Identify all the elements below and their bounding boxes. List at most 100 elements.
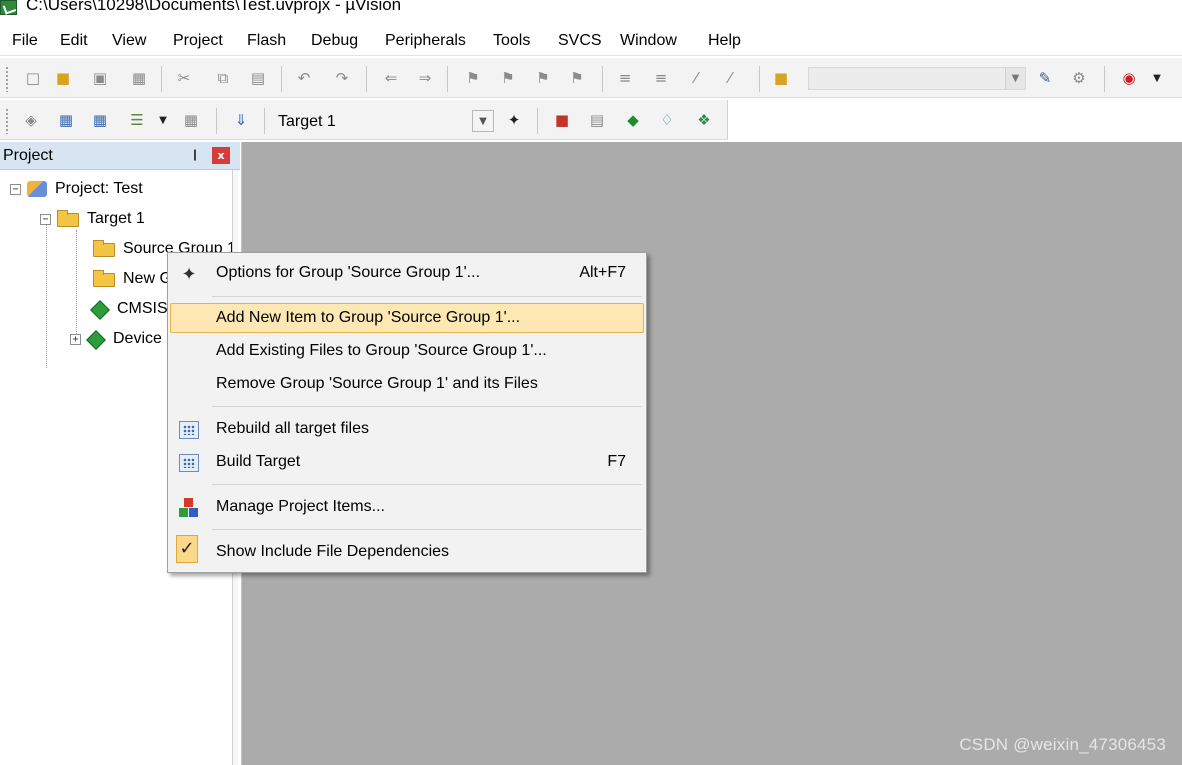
uncomment-icon[interactable]: ⁄ [719, 67, 741, 89]
find-combo[interactable]: ▼ [808, 67, 1026, 90]
indent-icon[interactable]: ≡ [614, 67, 636, 89]
watermark-text: CSDN @weixin_47306453 [959, 735, 1166, 754]
tree-connector [46, 218, 47, 368]
tree-item-target[interactable]: − Target 1 [40, 207, 145, 231]
tree-item-label: Target 1 [87, 210, 145, 227]
tree-item-label: Project: Test [55, 180, 143, 197]
debug-session-icon[interactable]: ◉ [1118, 67, 1140, 89]
build-icon [178, 452, 200, 474]
comment-icon[interactable]: ⁄ [685, 67, 707, 89]
menu-separator [212, 296, 642, 297]
batch-build-icon[interactable]: ☰ [126, 109, 148, 131]
toolbar-separator [759, 66, 760, 92]
menu-item-show-include-deps[interactable]: ✓ Show Include File Dependencies [170, 535, 644, 567]
menu-item-rebuild-all[interactable]: Rebuild all target files [170, 414, 644, 444]
project-pane-title: Project [3, 147, 53, 164]
title-bar: C:\Users\10298\Documents\Test.uvprojx - … [0, 0, 1182, 22]
magic-wand-icon: ✦ [181, 263, 197, 285]
collapse-icon[interactable]: − [40, 213, 51, 225]
pin-icon[interactable]: ❙ [188, 148, 202, 162]
manage-items-icon [178, 497, 200, 519]
manage-rte-icon[interactable]: ◆ [622, 109, 644, 131]
prev-bookmark-icon[interactable]: ⚑ [497, 67, 519, 89]
find-in-files-icon[interactable]: ■ [770, 67, 792, 89]
next-bookmark-icon[interactable]: ⚑ [532, 67, 554, 89]
folder-icon [93, 270, 115, 287]
tree-connector [76, 230, 77, 340]
toolbar-separator [281, 66, 282, 92]
pack-installer-icon[interactable]: ♢ [656, 109, 678, 131]
toolbar-separator [447, 66, 448, 92]
download-load-icon[interactable]: ⇓ [230, 109, 252, 131]
copy-icon[interactable]: ⧉ [212, 67, 234, 89]
toolbar-grip[interactable] [5, 108, 9, 134]
tree-item-project[interactable]: − Project: Test [10, 177, 143, 201]
new-file-icon[interactable]: □ [22, 67, 44, 89]
checkmark-icon: ✓ [176, 535, 198, 563]
menu-help[interactable]: Help [706, 30, 743, 52]
cut-icon[interactable]: ✂ [173, 67, 195, 89]
chevron-down-icon[interactable]: ▼ [472, 110, 494, 132]
unindent-icon[interactable]: ≡ [650, 67, 672, 89]
chevron-down-icon[interactable]: ▼ [152, 109, 174, 131]
redo-icon[interactable]: ↷ [331, 67, 353, 89]
tree-item-cmsis[interactable]: CMSIS [89, 297, 168, 321]
menu-separator [212, 484, 642, 485]
save-all-icon[interactable]: ▦ [128, 67, 150, 89]
insert-bookmark-icon[interactable]: ⚑ [462, 67, 484, 89]
paste-icon[interactable]: ▤ [247, 67, 269, 89]
toolbar-separator [216, 108, 217, 134]
menu-tools[interactable]: Tools [491, 30, 532, 52]
menu-item-options-for-group[interactable]: ✦ Options for Group 'Source Group 1'... … [170, 258, 644, 288]
menu-project[interactable]: Project [171, 30, 225, 52]
menu-file[interactable]: File [10, 30, 40, 52]
menu-item-manage-project-items[interactable]: Manage Project Items... [170, 492, 644, 522]
rebuild-icon[interactable]: ▦ [89, 109, 111, 131]
select-packs-icon[interactable]: ▤ [586, 109, 608, 131]
navigate-forward-icon[interactable]: ⇒ [414, 67, 436, 89]
menu-peripherals[interactable]: Peripherals [383, 30, 468, 52]
close-icon[interactable]: x [212, 147, 230, 164]
menu-item-remove-group[interactable]: Remove Group 'Source Group 1' and its Fi… [170, 369, 644, 399]
build-icon[interactable]: ▦ [55, 109, 77, 131]
navigate-back-icon[interactable]: ⇐ [380, 67, 402, 89]
tree-item-device[interactable]: + Device [70, 327, 162, 351]
save-icon[interactable]: ▣ [89, 67, 111, 89]
device-component-icon [86, 330, 106, 350]
menu-item-label: Add Existing Files to Group 'Source Grou… [216, 342, 547, 359]
toolbar-grip[interactable] [5, 66, 9, 92]
tree-item-label: Device [113, 330, 162, 347]
menu-window[interactable]: Window [618, 30, 679, 52]
run-time-env-icon[interactable]: ❖ [693, 109, 715, 131]
undo-icon[interactable]: ↶ [293, 67, 315, 89]
stop-build-icon[interactable]: ▦ [180, 109, 202, 131]
chevron-down-icon[interactable]: ▼ [1005, 68, 1025, 89]
translate-icon[interactable]: ◈ [20, 109, 42, 131]
menu-item-label: Manage Project Items... [216, 498, 385, 515]
toolbar-separator [1104, 66, 1105, 92]
menu-edit[interactable]: Edit [58, 30, 90, 52]
menu-view[interactable]: View [110, 30, 148, 52]
clear-bookmarks-icon[interactable]: ⚑ [566, 67, 588, 89]
incremental-find-icon[interactable]: ⚙ [1068, 67, 1090, 89]
magic-wand-icon[interactable]: ✦ [503, 109, 525, 131]
open-folder-icon[interactable]: ■ [52, 67, 74, 89]
menu-svcs[interactable]: SVCS [556, 30, 604, 52]
menu-item-build-target[interactable]: Build Target F7 [170, 447, 644, 477]
find-icon[interactable]: ✎ [1034, 67, 1056, 89]
menu-flash[interactable]: Flash [245, 30, 288, 52]
target-select-value[interactable]: Target 1 [278, 111, 336, 133]
collapse-icon[interactable]: − [10, 183, 21, 195]
cmsis-component-icon [90, 300, 110, 320]
tree-item-label: CMSIS [117, 300, 168, 317]
menu-item-add-existing-files[interactable]: Add Existing Files to Group 'Source Grou… [170, 336, 644, 366]
build-toolbar: ◈ ▦ ▦ ☰ ▼ ▦ ⇓ Target 1 ▼ ✦ ■ ▤ ◆ ♢ ❖ [0, 100, 728, 140]
toolbar-separator [366, 66, 367, 92]
chevron-down-icon[interactable]: ▼ [1146, 67, 1168, 89]
manage-items-icon[interactable]: ■ [551, 109, 573, 131]
toolbar-separator [537, 108, 538, 134]
group-context-menu: ✦ Options for Group 'Source Group 1'... … [167, 252, 647, 573]
menu-debug[interactable]: Debug [309, 30, 360, 52]
menu-item-add-new-item[interactable]: Add New Item to Group 'Source Group 1'..… [170, 303, 644, 333]
expand-icon[interactable]: + [70, 333, 81, 345]
